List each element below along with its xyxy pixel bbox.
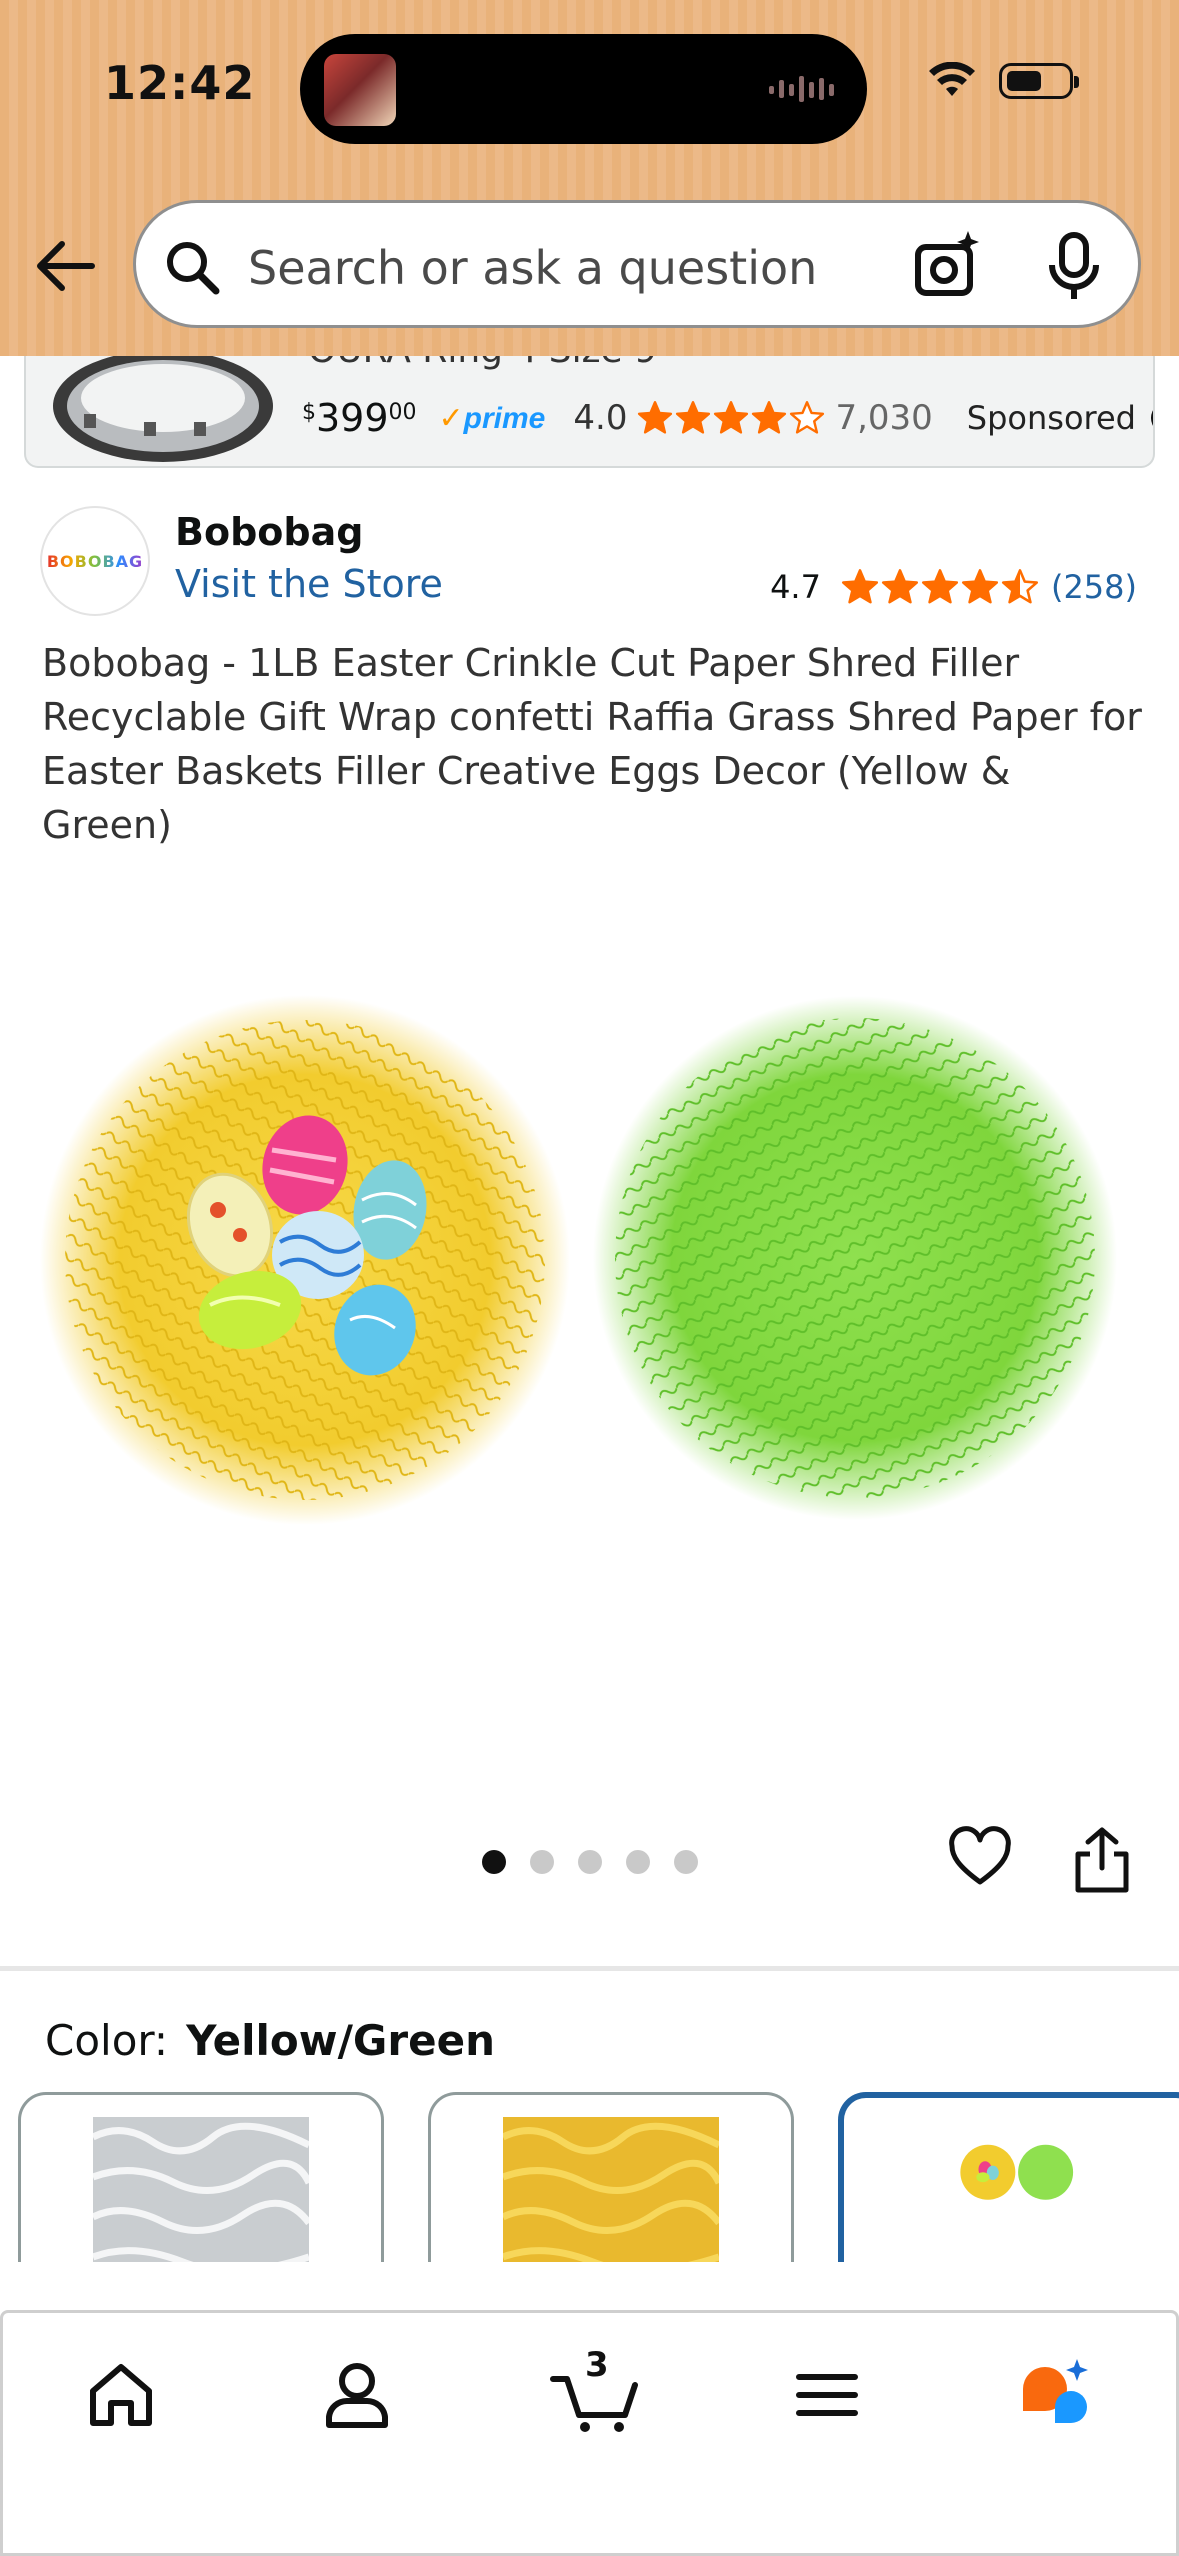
sponsored-ad-banner[interactable]: OURA Ring 4 Size 9 $ 399 00 ✓prime 4.0 7… xyxy=(24,356,1155,468)
rufus-icon[interactable] xyxy=(1015,2355,1095,2435)
status-icons xyxy=(927,62,1079,100)
swatch-image-white xyxy=(93,2117,309,2262)
swatch-image-yellow xyxy=(503,2117,719,2262)
star-icon xyxy=(638,401,673,434)
star-icon xyxy=(841,569,879,604)
dynamic-island[interactable] xyxy=(300,34,867,144)
product-image[interactable] xyxy=(40,960,1140,1580)
audio-waveform-icon xyxy=(769,76,834,102)
back-arrow-icon[interactable] xyxy=(32,236,98,296)
color-swatch-yellow[interactable] xyxy=(428,2092,794,2262)
ad-price: $ 399 00 xyxy=(302,396,417,440)
star-icon xyxy=(881,569,919,604)
now-playing-artwork xyxy=(324,54,396,126)
color-swatch-white[interactable] xyxy=(18,2092,384,2262)
search-placeholder: Search or ask a question xyxy=(248,241,818,295)
bottom-nav: 3 xyxy=(0,2310,1179,2556)
hamburger-icon[interactable] xyxy=(787,2355,867,2435)
home-icon[interactable] xyxy=(81,2355,161,2435)
visit-store-link[interactable]: Visit the Store xyxy=(175,562,443,606)
color-selected-value: Yellow/Green xyxy=(186,2016,495,2065)
section-divider xyxy=(0,1966,1179,1971)
camera-search-icon[interactable] xyxy=(912,229,984,301)
person-icon[interactable] xyxy=(317,2355,397,2435)
info-icon[interactable] xyxy=(1150,401,1155,435)
star-icon xyxy=(790,401,825,434)
battery-icon xyxy=(999,63,1079,99)
store-star-rating xyxy=(841,568,1039,606)
star-icon xyxy=(752,401,787,434)
app-header: 12:42 Search or ask a question xyxy=(0,0,1179,356)
color-label-text: Color: xyxy=(45,2016,169,2065)
ad-title: OURA Ring 4 Size 9 xyxy=(308,356,657,371)
star-icon xyxy=(921,569,959,604)
carousel-dot[interactable] xyxy=(626,1850,650,1874)
store-rating[interactable]: 4.7 (258) xyxy=(770,568,1137,606)
ad-review-count: 7,030 xyxy=(835,398,933,438)
carousel-dot-active[interactable] xyxy=(482,1850,506,1874)
store-review-count: (258) xyxy=(1050,568,1137,606)
product-title: Bobobag - 1LB Easter Crinkle Cut Paper S… xyxy=(42,641,1142,847)
brand-logo[interactable]: BOBOBAG xyxy=(40,506,150,616)
brand-name: Bobobag xyxy=(175,510,364,554)
carousel-dot[interactable] xyxy=(578,1850,602,1874)
store-rating-value: 4.7 xyxy=(770,568,821,606)
star-icon xyxy=(714,401,749,434)
cart-button[interactable]: 3 xyxy=(549,2345,645,2435)
brand-logo-text: BOBOBAG xyxy=(46,551,144,571)
carousel-dot[interactable] xyxy=(530,1850,554,1874)
color-swatch-yellow-green[interactable] xyxy=(838,2092,1179,2262)
heart-icon[interactable] xyxy=(948,1826,1012,1890)
status-time: 12:42 xyxy=(104,56,256,110)
ad-rating: 4.0 xyxy=(573,398,628,438)
sponsored-label: Sponsored xyxy=(966,399,1136,437)
color-label: Color: Yellow/Green xyxy=(45,2016,495,2065)
prime-badge: ✓prime xyxy=(438,401,546,435)
search-input[interactable]: Search or ask a question xyxy=(133,200,1141,328)
search-icon xyxy=(167,242,220,295)
star-icon xyxy=(676,401,711,434)
carousel-dot[interactable] xyxy=(674,1850,698,1874)
ad-details-row: $ 399 00 ✓prime 4.0 7,030 Sponsored xyxy=(302,396,1155,440)
cart-count: 3 xyxy=(585,2345,609,2385)
wifi-icon xyxy=(929,62,975,96)
image-carousel-dots[interactable] xyxy=(482,1850,698,1874)
swatch-image-yellow-green xyxy=(960,2144,1074,2200)
star-icon xyxy=(961,569,999,604)
share-icon[interactable] xyxy=(1072,1826,1132,1894)
microphone-icon[interactable] xyxy=(1044,231,1104,303)
ring-product-image xyxy=(53,356,273,462)
ad-star-rating xyxy=(637,400,825,436)
star-icon xyxy=(1001,569,1039,604)
